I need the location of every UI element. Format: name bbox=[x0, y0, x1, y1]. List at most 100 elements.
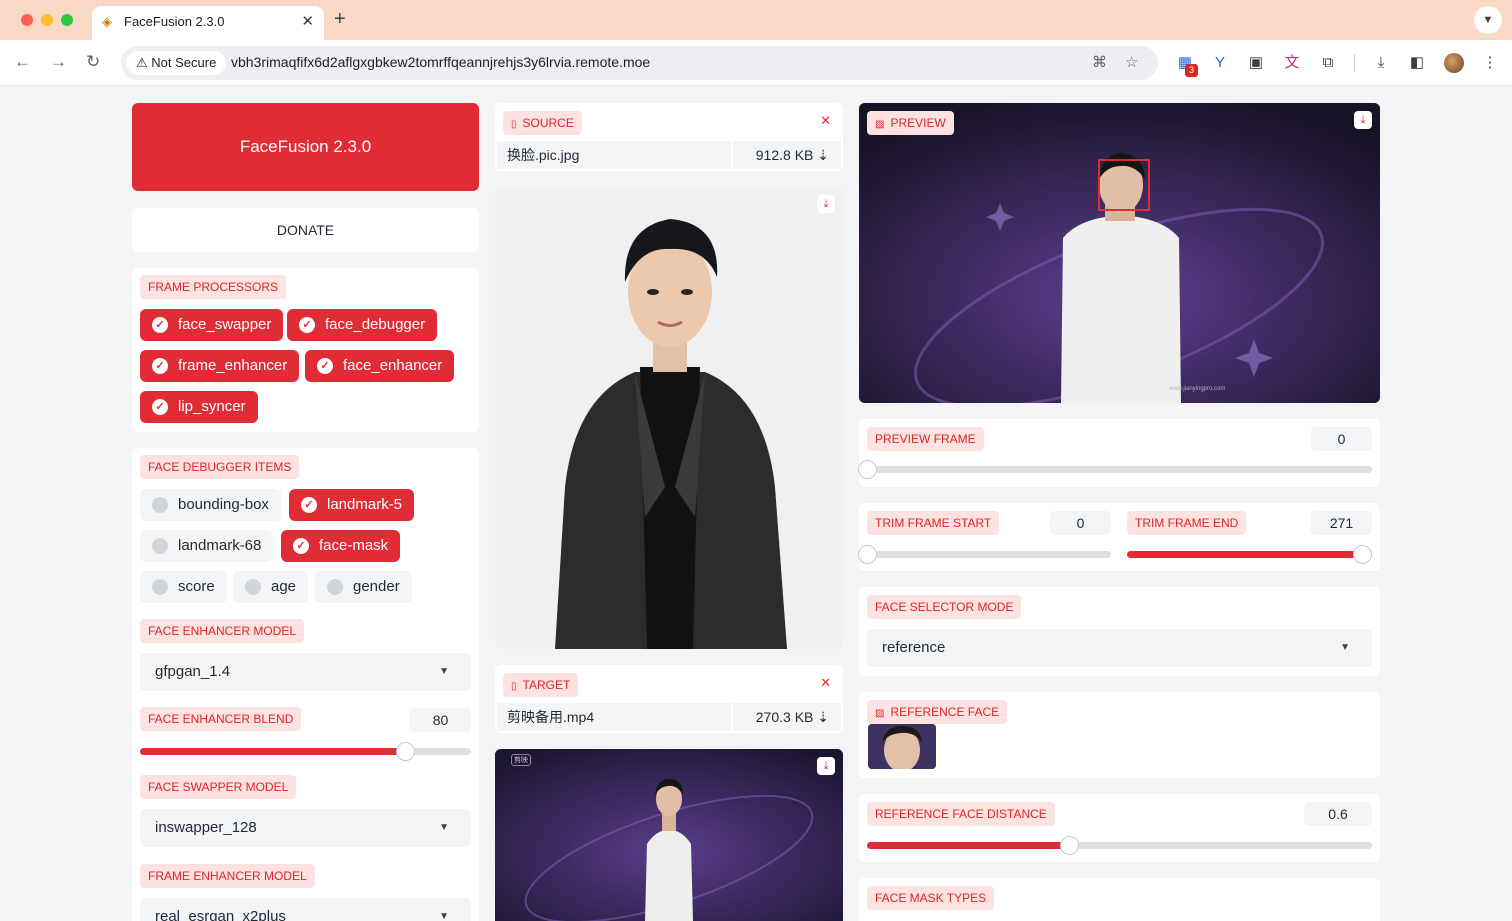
source-file-row[interactable]: 换脸.pic.jpg 912.8 KB ⇣ bbox=[497, 141, 841, 169]
face-enhancer-model-dropdown[interactable]: gfpgan_1.4 ▼ bbox=[140, 653, 471, 691]
face-enhancer-blend-slider[interactable] bbox=[140, 742, 471, 761]
source-label: ▯ SOURCE bbox=[503, 111, 582, 135]
download-icon[interactable]: ⤓ bbox=[1354, 111, 1372, 129]
face-enhancer-blend-label: FACE ENHANCER BLEND bbox=[140, 707, 302, 731]
checkbox-face-debugger[interactable]: ✓ face_debugger bbox=[287, 309, 438, 341]
unchecked-circle-icon bbox=[152, 579, 168, 595]
translate-icon[interactable]: ⌘ bbox=[1092, 53, 1107, 71]
slider-thumb[interactable] bbox=[1060, 836, 1079, 855]
checkbox-face-swapper[interactable]: ✓ face_swapper bbox=[140, 309, 284, 341]
target-label: ▯ TARGET bbox=[503, 673, 579, 697]
checkbox-frame-enhancer[interactable]: ✓ frame_enhancer bbox=[140, 350, 300, 382]
slider-thumb[interactable] bbox=[858, 460, 877, 479]
clear-source-icon[interactable]: ✕ bbox=[820, 113, 831, 129]
clear-target-icon[interactable]: ✕ bbox=[820, 675, 831, 691]
column-divider bbox=[731, 141, 733, 169]
address-bar[interactable]: ⚠ Not Secure vbh3rimaqfifx6d2aflgxgbkew2… bbox=[121, 46, 1158, 80]
source-image: ⤓ bbox=[495, 187, 843, 649]
vpn-extension-icon[interactable]: Y bbox=[1210, 53, 1230, 73]
image-icon: ▨ bbox=[875, 708, 885, 719]
checkmark-icon: ✓ bbox=[299, 317, 315, 333]
forward-icon[interactable]: → bbox=[50, 52, 67, 72]
target-file-row[interactable]: 剪映备用.mp4 270.3 KB ⇣ bbox=[497, 703, 841, 731]
face-debugger-items-label: FACE DEBUGGER ITEMS bbox=[140, 455, 300, 479]
file-size[interactable]: 912.8 KB ⇣ bbox=[756, 141, 829, 169]
checkbox-label: age bbox=[271, 578, 297, 595]
checkbox-lip-syncer[interactable]: ✓ lip_syncer bbox=[140, 391, 258, 423]
face-selector-mode-dropdown[interactable]: reference ▼ bbox=[867, 629, 1372, 667]
checkmark-icon: ✓ bbox=[293, 538, 309, 554]
back-icon[interactable]: ← bbox=[14, 52, 31, 72]
checkbox-gender[interactable]: gender bbox=[315, 571, 412, 603]
minimize-window-button[interactable] bbox=[41, 14, 53, 26]
frame-enhancer-model-label: FRAME ENHANCER MODEL bbox=[140, 864, 315, 888]
face-swapper-model-dropdown[interactable]: inswapper_128 ▼ bbox=[140, 809, 471, 847]
unchecked-circle-icon bbox=[152, 538, 168, 554]
download-icon[interactable]: ⤓ bbox=[1371, 53, 1391, 73]
security-label: Not Secure bbox=[151, 55, 217, 70]
browser-toolbar: ← → ↻ ⚠ Not Secure vbh3rimaqfifx6d2aflgx… bbox=[0, 40, 1512, 86]
checkbox-label: face_enhancer bbox=[343, 357, 443, 374]
close-tab-icon[interactable]: ✕ bbox=[301, 12, 314, 30]
checkbox-age[interactable]: age bbox=[233, 571, 309, 603]
checkbox-label: face-mask bbox=[319, 537, 389, 554]
caret-down-icon: ▼ bbox=[439, 911, 449, 921]
source-panel: ▯ SOURCE ✕ 换脸.pic.jpg 912.8 KB ⇣ bbox=[495, 103, 843, 171]
target-label-text: TARGET bbox=[522, 678, 571, 692]
dropdown-value: inswapper_128 bbox=[155, 819, 257, 836]
reference-face-distance-number[interactable]: 0.6 bbox=[1304, 802, 1372, 826]
checkbox-face-mask[interactable]: ✓ face-mask bbox=[281, 530, 401, 562]
preview-panel: ▨ PREVIEW ⤓ www.jianyingpro.com bbox=[859, 103, 1380, 403]
puzzle-icon[interactable]: ⧉ bbox=[1318, 53, 1338, 73]
frame-processors-panel: FRAME PROCESSORS ✓ face_swapper ✓ face_d… bbox=[132, 268, 479, 432]
trim-frame-start-slider[interactable] bbox=[858, 545, 1111, 564]
new-tab-button[interactable]: + bbox=[334, 8, 346, 31]
tab-extension-icon[interactable]: ▣ bbox=[1246, 53, 1266, 73]
avatar[interactable] bbox=[1444, 53, 1464, 73]
trim-frame-end-slider[interactable] bbox=[1127, 545, 1372, 564]
slider-thumb[interactable] bbox=[1353, 545, 1372, 564]
checkmark-icon: ✓ bbox=[152, 399, 168, 415]
checkbox-bounding-box[interactable]: bounding-box bbox=[140, 489, 281, 521]
url-text[interactable]: vbh3rimaqfifx6d2aflgxgbkew2tomrffqeannjr… bbox=[231, 54, 650, 70]
checkmark-icon: ✓ bbox=[317, 358, 333, 374]
more-menu-icon[interactable]: ⋮ bbox=[1480, 53, 1500, 73]
checkbox-label: landmark-68 bbox=[178, 537, 262, 554]
face-enhancer-blend-number[interactable]: 80 bbox=[410, 708, 471, 732]
reference-face-thumbnail[interactable] bbox=[868, 724, 936, 769]
preview-frame-number[interactable]: 0 bbox=[1311, 427, 1372, 451]
file-size[interactable]: 270.3 KB ⇣ bbox=[756, 703, 829, 731]
checkmark-icon: ✓ bbox=[301, 497, 317, 513]
settings-panel: FACE DEBUGGER ITEMS bounding-box ✓ landm… bbox=[132, 448, 479, 921]
frame-enhancer-model-dropdown[interactable]: real_esrgan_x2plus ▼ bbox=[140, 898, 471, 921]
donate-button[interactable]: DONATE bbox=[132, 208, 479, 252]
unchecked-circle-icon bbox=[245, 579, 261, 595]
security-indicator[interactable]: ⚠ Not Secure bbox=[126, 51, 227, 75]
checkbox-landmark-68[interactable]: landmark-68 bbox=[140, 530, 274, 562]
checkbox-face-enhancer[interactable]: ✓ face_enhancer bbox=[305, 350, 455, 382]
trim-frame-end-number[interactable]: 271 bbox=[1311, 511, 1372, 535]
close-window-button[interactable] bbox=[21, 14, 33, 26]
trim-frame-start-number[interactable]: 0 bbox=[1050, 511, 1111, 535]
reference-face-distance-slider[interactable] bbox=[867, 836, 1372, 855]
maximize-window-button[interactable] bbox=[61, 14, 73, 26]
source-person-image bbox=[495, 187, 843, 649]
slider-thumb[interactable] bbox=[395, 742, 415, 761]
reference-face-label-text: REFERENCE FACE bbox=[890, 705, 1000, 719]
reload-icon[interactable]: ↻ bbox=[86, 52, 100, 72]
checkbox-label: score bbox=[178, 578, 215, 595]
side-panel-icon[interactable]: ◧ bbox=[1407, 53, 1427, 73]
preview-frame-slider[interactable] bbox=[858, 460, 1372, 479]
slider-thumb[interactable] bbox=[858, 545, 877, 564]
download-icon[interactable]: ⤓ bbox=[817, 195, 835, 213]
bookmark-star-icon[interactable]: ☆ bbox=[1125, 53, 1138, 71]
toolbar-divider bbox=[1354, 54, 1355, 72]
checkbox-landmark-5[interactable]: ✓ landmark-5 bbox=[289, 489, 415, 521]
chevron-down-icon[interactable]: ▼ bbox=[1474, 6, 1502, 34]
face-selector-mode-panel: FACE SELECTOR MODE reference ▼ bbox=[859, 587, 1380, 676]
translate-extension-icon[interactable]: 文 bbox=[1282, 53, 1302, 73]
download-icon[interactable]: ⤓ bbox=[817, 757, 835, 775]
checkbox-score[interactable]: score bbox=[140, 571, 227, 603]
slider-fill bbox=[1127, 551, 1362, 558]
browser-tab[interactable]: ◈ FaceFusion 2.3.0 ✕ bbox=[92, 6, 324, 40]
